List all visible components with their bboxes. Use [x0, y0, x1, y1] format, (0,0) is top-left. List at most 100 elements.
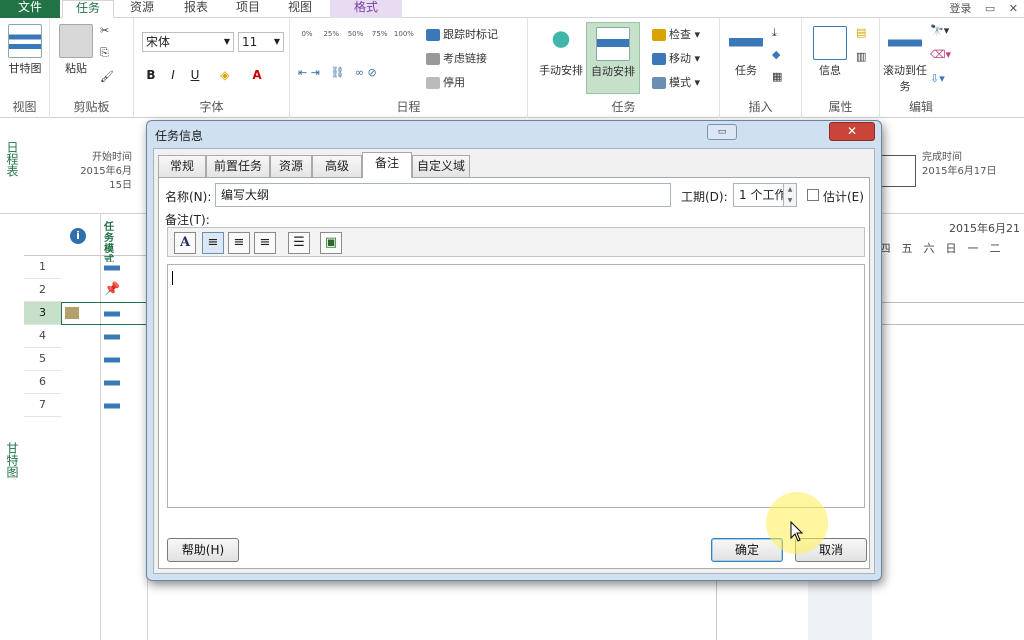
auto-schedule-mode-icon: [104, 262, 120, 274]
format-painter-icon[interactable]: 🖌: [100, 70, 114, 83]
tab-task[interactable]: 任务: [62, 0, 114, 18]
notes-textarea[interactable]: [167, 264, 865, 508]
percent-100-button[interactable]: 100%: [393, 30, 415, 38]
inspect-button[interactable]: 检查 ▾: [652, 26, 700, 42]
deliverable-icon[interactable]: ▦: [772, 70, 782, 83]
tab-notes[interactable]: 备注: [362, 152, 412, 178]
information-icon: [813, 26, 847, 60]
row-number[interactable]: 1: [24, 256, 61, 279]
gantt-chart-button[interactable]: 甘特图: [6, 24, 44, 76]
clear-icon[interactable]: ⌫▾: [930, 48, 951, 61]
estimated-checkbox[interactable]: [807, 189, 819, 201]
highlight-color-icon[interactable]: ◈: [216, 66, 234, 84]
font-color-button[interactable]: A: [248, 66, 266, 84]
scroll-to-task-button[interactable]: 滚动到任务: [882, 26, 928, 94]
summary-icon[interactable]: ⤓: [772, 26, 777, 40]
tab-predecessors[interactable]: 前置任务: [206, 155, 270, 177]
duration-input[interactable]: 1 个工作: [733, 183, 785, 207]
insert-task-button[interactable]: 任务: [726, 26, 766, 78]
tab-file[interactable]: 文件: [0, 0, 60, 18]
group-insert-label: 插入: [748, 100, 773, 114]
find-icon[interactable]: 🔭▾: [930, 24, 949, 37]
group-properties-label: 属性: [828, 100, 853, 114]
timeline-side-label[interactable]: 日程表: [4, 141, 21, 177]
move-label: 移动: [669, 52, 691, 65]
row-number[interactable]: 7: [24, 394, 61, 417]
row-number-selected[interactable]: 3: [24, 302, 61, 325]
row-number[interactable]: 6: [24, 371, 61, 394]
font-button[interactable]: A: [174, 232, 196, 254]
timeline-start-date: 2015年6月15日: [80, 166, 132, 191]
percent-0-button[interactable]: 0%: [296, 30, 318, 38]
italic-button[interactable]: I: [164, 66, 182, 84]
restore-icon[interactable]: ▭: [985, 2, 995, 15]
manual-schedule-button[interactable]: 手动安排: [536, 26, 586, 78]
align-right-button[interactable]: ≡: [254, 232, 276, 254]
cut-icon[interactable]: ✂: [100, 24, 109, 37]
group-editing-label: 编辑: [908, 100, 933, 114]
details-icon[interactable]: ▥: [856, 50, 866, 63]
font-size-select[interactable]: 11 ▼: [238, 32, 284, 52]
close-icon[interactable]: ✕: [1009, 2, 1018, 15]
group-insert: 任务 ⤓ ◆ ▦ 插入: [720, 18, 802, 118]
tab-resource[interactable]: 资源: [116, 0, 168, 18]
info-column: [60, 214, 101, 640]
move-button[interactable]: 移动 ▾: [652, 50, 700, 66]
group-tasks: 手动安排 自动安排 检查 ▾ 移动 ▾ 模式 ▾ 任务: [528, 18, 720, 118]
gantt-side-label[interactable]: 甘特图: [4, 442, 21, 478]
task-name-input[interactable]: 编写大纲: [215, 183, 671, 207]
login-link[interactable]: 登录: [949, 0, 971, 16]
bullets-button[interactable]: ☰: [288, 232, 310, 254]
notes-label: 备注(T):: [165, 213, 210, 227]
tab-project[interactable]: 项目: [224, 0, 272, 18]
group-view: 甘特图 视图: [0, 18, 50, 118]
tab-report[interactable]: 报表: [170, 0, 222, 18]
tab-format[interactable]: 格式: [330, 0, 402, 18]
milestone-icon[interactable]: ◆: [772, 48, 780, 61]
respect-links-button[interactable]: 考虑链接: [426, 50, 487, 66]
mouse-pointer-icon: [790, 521, 804, 542]
timeline-bar[interactable]: [880, 155, 916, 187]
percent-complete-buttons: 0% 25% 50% 75% 100%: [296, 30, 415, 38]
fill-icon[interactable]: ⇩▾: [930, 72, 945, 85]
insert-object-button[interactable]: ▣: [320, 232, 342, 254]
tab-resources[interactable]: 资源: [270, 155, 312, 177]
tab-general[interactable]: 常规: [158, 155, 206, 177]
row-number[interactable]: 4: [24, 325, 61, 348]
tab-custom-fields[interactable]: 自定义域: [412, 155, 470, 177]
dialog-minimize-icon[interactable]: ▭: [707, 124, 737, 140]
copy-icon[interactable]: ⎘: [100, 46, 109, 60]
mode-button[interactable]: 模式 ▾: [652, 74, 700, 90]
underline-button[interactable]: U: [186, 66, 204, 84]
tab-view[interactable]: 视图: [276, 0, 324, 18]
paste-icon: [59, 24, 93, 58]
align-center-button[interactable]: ≡: [228, 232, 250, 254]
auto-schedule-button[interactable]: 自动安排: [586, 22, 640, 94]
timescale-day: 五: [901, 242, 913, 255]
information-button[interactable]: 信息: [810, 26, 850, 78]
notes-icon[interactable]: ▤: [856, 26, 866, 39]
align-left-button[interactable]: ≡: [202, 232, 224, 254]
percent-25-button[interactable]: 25%: [320, 30, 342, 38]
information-label: 信息: [819, 64, 841, 77]
dialog-close-button[interactable]: ✕: [829, 122, 875, 141]
percent-75-button[interactable]: 75%: [369, 30, 391, 38]
row-number[interactable]: 5: [24, 348, 61, 371]
bold-button[interactable]: B: [142, 66, 160, 84]
outdent-indent-icons[interactable]: ⇤ ⇥ ⛓ ∞ ⊘: [298, 66, 377, 79]
inactivate-button[interactable]: 停用: [426, 74, 465, 90]
font-name-value: 宋体: [146, 35, 171, 49]
notes-format-toolbar: A ≡ ≡ ≡ ☰ ▣: [167, 227, 865, 257]
font-name-select[interactable]: 宋体 ▼: [142, 32, 234, 52]
task-mode-column: [101, 214, 148, 640]
mode-label: 模式: [669, 76, 691, 89]
tab-advanced[interactable]: 高级: [312, 155, 362, 177]
percent-50-button[interactable]: 50%: [344, 30, 366, 38]
row-number[interactable]: 2: [24, 279, 61, 302]
mark-on-track-button[interactable]: 跟踪时标记: [426, 26, 498, 42]
duration-spinner[interactable]: ▲ ▼: [783, 183, 797, 207]
help-button[interactable]: 帮助(H): [167, 538, 239, 562]
inspect-label: 检查: [669, 28, 691, 41]
group-schedule-label: 日程: [396, 100, 421, 114]
paste-button[interactable]: 粘贴: [58, 24, 94, 76]
